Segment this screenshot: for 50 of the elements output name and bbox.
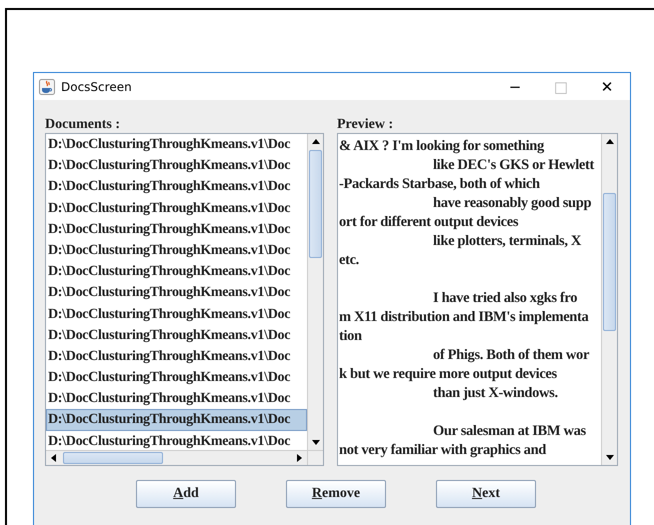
preview-label: Preview : <box>337 116 394 133</box>
document-item[interactable]: D:\DocClusturingThroughKmeans.v1\Doc <box>46 388 307 410</box>
up-arrow-icon[interactable] <box>312 139 320 144</box>
document-item[interactable]: D:\DocClusturingThroughKmeans.v1\Doc <box>46 367 307 388</box>
document-item[interactable]: D:\DocClusturingThroughKmeans.v1\Doc <box>46 218 307 240</box>
document-item[interactable]: D:\DocClusturingThroughKmeans.v1\Doc <box>46 134 307 156</box>
horizontal-scrollbar[interactable] <box>46 450 307 465</box>
document-item[interactable]: D:\DocClusturingThroughKmeans.v1\Doc <box>46 198 307 219</box>
document-item[interactable]: D:\DocClusturingThroughKmeans.v1\Doc <box>46 176 307 198</box>
preview-line: m X11 distribution and IBM's implementa <box>338 308 590 327</box>
vertical-scrollbar[interactable] <box>307 134 323 450</box>
preview-line: tion <box>338 327 363 346</box>
documents-label: Documents : <box>45 116 122 133</box>
preview-line: k but we require more output devices <box>338 365 558 384</box>
document-item[interactable]: D:\DocClusturingThroughKmeans.v1\Doc <box>46 409 307 431</box>
preview-line: ort for different output devices <box>338 213 520 232</box>
add-button[interactable]: Add <box>136 480 236 508</box>
preview-line: Our salesman at IBM was <box>432 422 587 441</box>
document-item[interactable]: D:\DocClusturingThroughKmeans.v1\Doc <box>46 282 307 304</box>
preview-line: etc. <box>338 251 360 270</box>
preview-line: I have tried also xgks fro <box>432 289 578 308</box>
document-item[interactable]: D:\DocClusturingThroughKmeans.v1\Doc <box>46 324 307 346</box>
left-arrow-icon[interactable] <box>51 454 56 462</box>
preview-line: & AIX ? I'm looking for something <box>338 137 546 156</box>
window-title: DocsScreen <box>61 80 132 94</box>
remove-button[interactable]: Remove <box>286 480 386 508</box>
preview-line: than just X-windows. <box>432 384 559 403</box>
right-arrow-icon[interactable] <box>297 454 302 462</box>
document-item[interactable]: D:\DocClusturingThroughKmeans.v1\Doc <box>46 261 307 282</box>
document-item[interactable]: D:\DocClusturingThroughKmeans.v1\Doc <box>46 240 307 262</box>
document-item[interactable]: D:\DocClusturingThroughKmeans.v1\Doc <box>46 304 307 325</box>
up-arrow-icon[interactable] <box>606 139 614 144</box>
preview-line: not very familiar with graphics and <box>338 441 548 460</box>
vertical-scrollbar[interactable] <box>601 134 617 465</box>
down-arrow-icon[interactable] <box>312 440 320 445</box>
preview-line: like DEC's GKS or Hewlett <box>432 156 596 175</box>
document-item[interactable]: D:\DocClusturingThroughKmeans.v1\Doc <box>46 430 307 450</box>
preview-line: have reasonably good supp <box>432 194 592 213</box>
document-item[interactable]: D:\DocClusturingThroughKmeans.v1\Doc <box>46 346 307 368</box>
next-button[interactable]: Next <box>436 480 536 508</box>
scrollbar-corner <box>307 450 323 465</box>
coffee-cup-icon <box>39 78 55 94</box>
document-item[interactable]: D:\DocClusturingThroughKmeans.v1\Doc <box>46 155 307 176</box>
minimize-button[interactable]: − <box>492 73 538 100</box>
close-button[interactable]: ✕ <box>584 73 630 100</box>
down-arrow-icon[interactable] <box>606 455 614 460</box>
preview-text-area[interactable] <box>337 133 618 466</box>
preview-line: of Phigs. Both of them wor <box>432 346 590 365</box>
preview-line: like plotters, terminals, X <box>432 232 582 251</box>
preview-line: -Packards Starbase, both of which <box>338 175 541 194</box>
